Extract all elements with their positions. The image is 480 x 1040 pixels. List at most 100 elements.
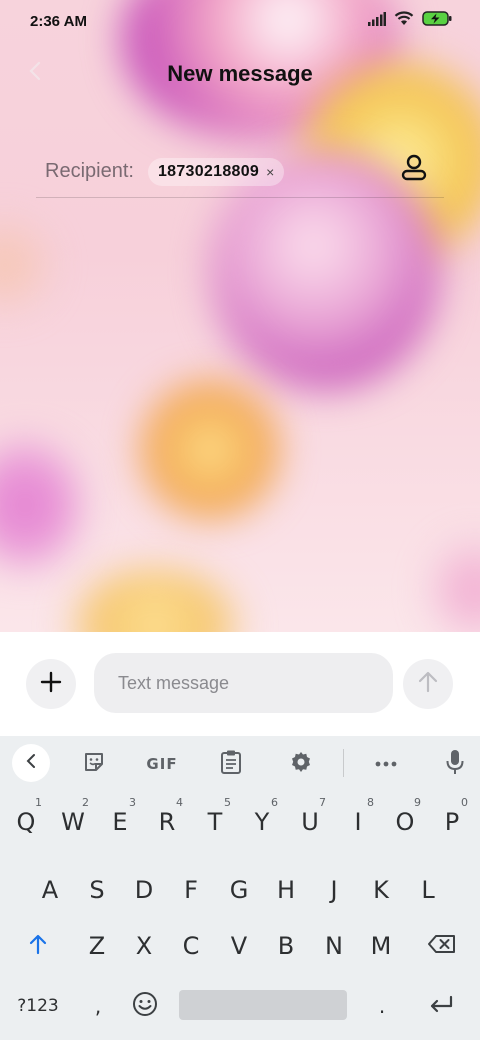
key-q[interactable]: Q1 — [6, 794, 46, 850]
backspace-key[interactable] — [420, 918, 464, 974]
key-label: Y — [254, 808, 270, 836]
backspace-icon — [427, 934, 457, 958]
period-key-label: . — [378, 994, 386, 1018]
key-number-hint: 0 — [461, 796, 468, 809]
key-label: G — [229, 876, 249, 904]
wallpaper-blob — [70, 570, 240, 632]
key-l[interactable]: L — [408, 862, 448, 918]
key-label: E — [112, 808, 128, 836]
key-f[interactable]: F — [171, 862, 211, 918]
toolbar-divider — [343, 749, 344, 777]
key-k[interactable]: K — [361, 862, 401, 918]
spacebar-key[interactable] — [179, 990, 347, 1020]
key-i[interactable]: I8 — [338, 794, 378, 850]
comma-key[interactable]: , — [78, 978, 118, 1034]
wallpaper-blob — [140, 380, 280, 520]
wallpaper-blob — [0, 220, 50, 310]
wallpaper-blob — [0, 440, 80, 570]
keyboard-toolbar: GIF — [0, 736, 480, 790]
key-e[interactable]: E3 — [100, 794, 140, 850]
key-m[interactable]: M — [361, 918, 401, 974]
key-label: T — [207, 808, 223, 836]
recipient-label: Recipient: — [45, 160, 134, 182]
shift-arrow-icon — [28, 933, 48, 959]
key-w[interactable]: W2 — [53, 794, 93, 850]
key-y[interactable]: Y6 — [242, 794, 282, 850]
sticker-icon — [82, 750, 106, 779]
enter-key[interactable] — [418, 978, 464, 1034]
key-label: B — [277, 932, 295, 960]
gif-label: GIF — [146, 755, 178, 773]
battery-charging-icon — [422, 11, 452, 31]
key-j[interactable]: J — [314, 862, 354, 918]
key-label: J — [330, 876, 338, 904]
enter-icon — [428, 994, 454, 1018]
recipient-chip-number: 18730218809 — [157, 162, 260, 180]
message-input[interactable] — [94, 653, 393, 713]
sticker-button[interactable] — [74, 744, 114, 784]
chevron-left-icon — [28, 61, 42, 86]
key-number-hint: 4 — [176, 796, 183, 809]
microphone-icon — [445, 748, 465, 781]
key-o[interactable]: O9 — [385, 794, 425, 850]
chip-remove-icon[interactable]: × — [266, 164, 274, 180]
key-z[interactable]: Z — [77, 918, 117, 974]
key-v[interactable]: V — [219, 918, 259, 974]
clipboard-button[interactable] — [211, 744, 251, 784]
key-n[interactable]: N — [314, 918, 354, 974]
key-number-hint: 3 — [129, 796, 136, 809]
keyboard-collapse-button[interactable] — [12, 744, 50, 782]
key-label: U — [301, 808, 319, 836]
key-number-hint: 8 — [367, 796, 374, 809]
voice-input-button[interactable] — [435, 744, 475, 784]
gif-button[interactable]: GIF — [142, 744, 182, 784]
key-c[interactable]: C — [171, 918, 211, 974]
virtual-keyboard: G I F Q 1 W 2 E 3 R 4 T 5 Y 6 U 7 I 8 O 9 … — [0, 736, 480, 1040]
symbols-key[interactable]: ?123 — [14, 978, 62, 1034]
key-number-hint: 5 — [224, 796, 231, 809]
key-label: V — [230, 932, 248, 960]
select-contact-button[interactable] — [398, 154, 430, 186]
key-g[interactable]: G — [219, 862, 259, 918]
back-button[interactable] — [20, 58, 50, 88]
key-number-hint: 2 — [82, 796, 89, 809]
key-p[interactable]: P0 — [432, 794, 472, 850]
key-label: W — [61, 808, 85, 836]
emoji-key[interactable] — [124, 978, 166, 1034]
gear-icon — [289, 750, 313, 779]
key-u[interactable]: U7 — [290, 794, 330, 850]
key-label: I — [354, 808, 362, 836]
key-a[interactable]: A — [30, 862, 70, 918]
key-label: S — [89, 876, 105, 904]
key-r[interactable]: R4 — [147, 794, 187, 850]
status-time: 2:36 AM — [30, 12, 87, 30]
key-label: K — [373, 876, 389, 904]
compose-bar — [0, 632, 480, 736]
clipboard-icon — [220, 749, 242, 780]
emoji-icon — [132, 991, 158, 1021]
recipient-chip[interactable]: 18730218809 × — [147, 157, 285, 186]
wallpaper-blob — [430, 540, 480, 632]
more-horizontal-icon — [374, 755, 398, 773]
period-key[interactable]: . — [362, 978, 402, 1034]
key-t[interactable]: T5 — [195, 794, 235, 850]
more-options-button[interactable] — [366, 744, 406, 784]
keyboard-settings-button[interactable] — [281, 744, 321, 784]
key-h[interactable]: H — [266, 862, 306, 918]
attach-button[interactable] — [26, 659, 76, 709]
key-x[interactable]: X — [124, 918, 164, 974]
key-label: L — [421, 876, 435, 904]
send-button[interactable] — [403, 659, 453, 709]
key-number-hint: 1 — [35, 796, 42, 809]
key-s[interactable]: S — [77, 862, 117, 918]
key-number-hint: 6 — [271, 796, 278, 809]
app-header: New message — [0, 42, 480, 106]
key-d[interactable]: D — [124, 862, 164, 918]
key-label: P — [444, 808, 460, 836]
wifi-icon — [394, 11, 414, 31]
key-label: N — [325, 932, 343, 960]
shift-key[interactable] — [18, 918, 58, 974]
key-label: O — [395, 808, 415, 836]
comma-key-label: , — [94, 994, 102, 1018]
key-b[interactable]: B — [266, 918, 306, 974]
